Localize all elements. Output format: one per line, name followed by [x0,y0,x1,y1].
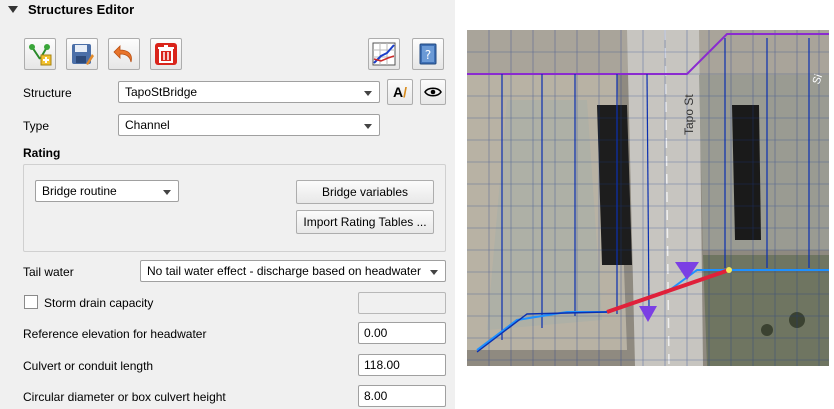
left-terrain [487,100,602,330]
help-icon: ? [419,43,437,65]
save-icon [72,44,94,65]
panel-header[interactable]: Structures Editor [8,0,134,18]
structure-select[interactable]: TapoStBridge [118,81,380,103]
type-select-value: Channel [125,118,170,132]
profile-plot-button[interactable] [368,38,400,70]
node-point[interactable] [726,267,732,273]
storm-drain-checkbox[interactable] [24,295,38,309]
culvert-length-field[interactable]: 118.00 [358,354,446,376]
eye-icon [424,87,442,97]
tailwater-label: Tail water [23,265,74,279]
type-select[interactable]: Channel [118,114,380,136]
delete-button[interactable] [150,38,182,70]
structure-label: Structure [23,86,72,100]
help-button[interactable]: ? [412,38,444,70]
chevron-down-icon [163,190,171,195]
structures-editor-panel: Structures Editor ? Structure TapoStBrid… [0,0,455,409]
rating-routine-select[interactable]: Bridge routine [35,180,179,202]
profile-plot-icon [372,42,396,66]
delete-icon [155,43,177,65]
undo-button[interactable] [108,38,140,70]
rating-group [23,164,446,252]
culvert-length-label: Culvert or conduit length [23,359,154,373]
rating-heading: Rating [23,146,61,160]
channel-shadow-left [597,105,632,265]
svg-text:?: ? [425,48,431,62]
visibility-button[interactable] [420,79,446,105]
add-structure-icon [29,44,52,66]
rename-structure-button[interactable]: A/ [387,79,413,105]
collapse-triangle-icon[interactable] [8,5,18,13]
chevron-down-icon [364,91,372,96]
map-view: Tapo St Si [467,30,829,366]
map-canvas[interactable]: Tapo St Si [467,30,829,366]
street-label: Tapo St [682,94,696,135]
bridge-variables-button[interactable]: Bridge variables [296,180,434,204]
undo-icon [113,45,132,63]
add-structure-button[interactable] [24,38,56,70]
reference-elevation-field[interactable]: 0.00 [358,322,446,344]
culvert-height-label: Circular diameter or box culvert height [23,390,226,404]
tree [761,324,773,336]
panel-title: Structures Editor [28,1,135,17]
reference-elevation-label: Reference elevation for headwater [23,327,207,341]
chevron-down-icon [430,270,438,275]
chevron-down-icon [364,124,372,129]
storm-drain-capacity-field[interactable] [358,292,446,314]
save-button[interactable] [66,38,98,70]
import-rating-tables-button[interactable]: Import Rating Tables ... [296,210,434,234]
type-label: Type [23,119,50,133]
channel-shadow-right [732,105,761,240]
tailwater-select-value: No tail water effect - discharge based o… [147,264,421,278]
structure-select-value: TapoStBridge [125,85,198,99]
culvert-height-field[interactable]: 8.00 [358,385,446,407]
rename-icon: A/ [392,84,407,100]
rating-routine-value: Bridge routine [42,184,117,198]
tailwater-select[interactable]: No tail water effect - discharge based o… [140,260,446,282]
storm-drain-label: Storm drain capacity [44,296,154,310]
